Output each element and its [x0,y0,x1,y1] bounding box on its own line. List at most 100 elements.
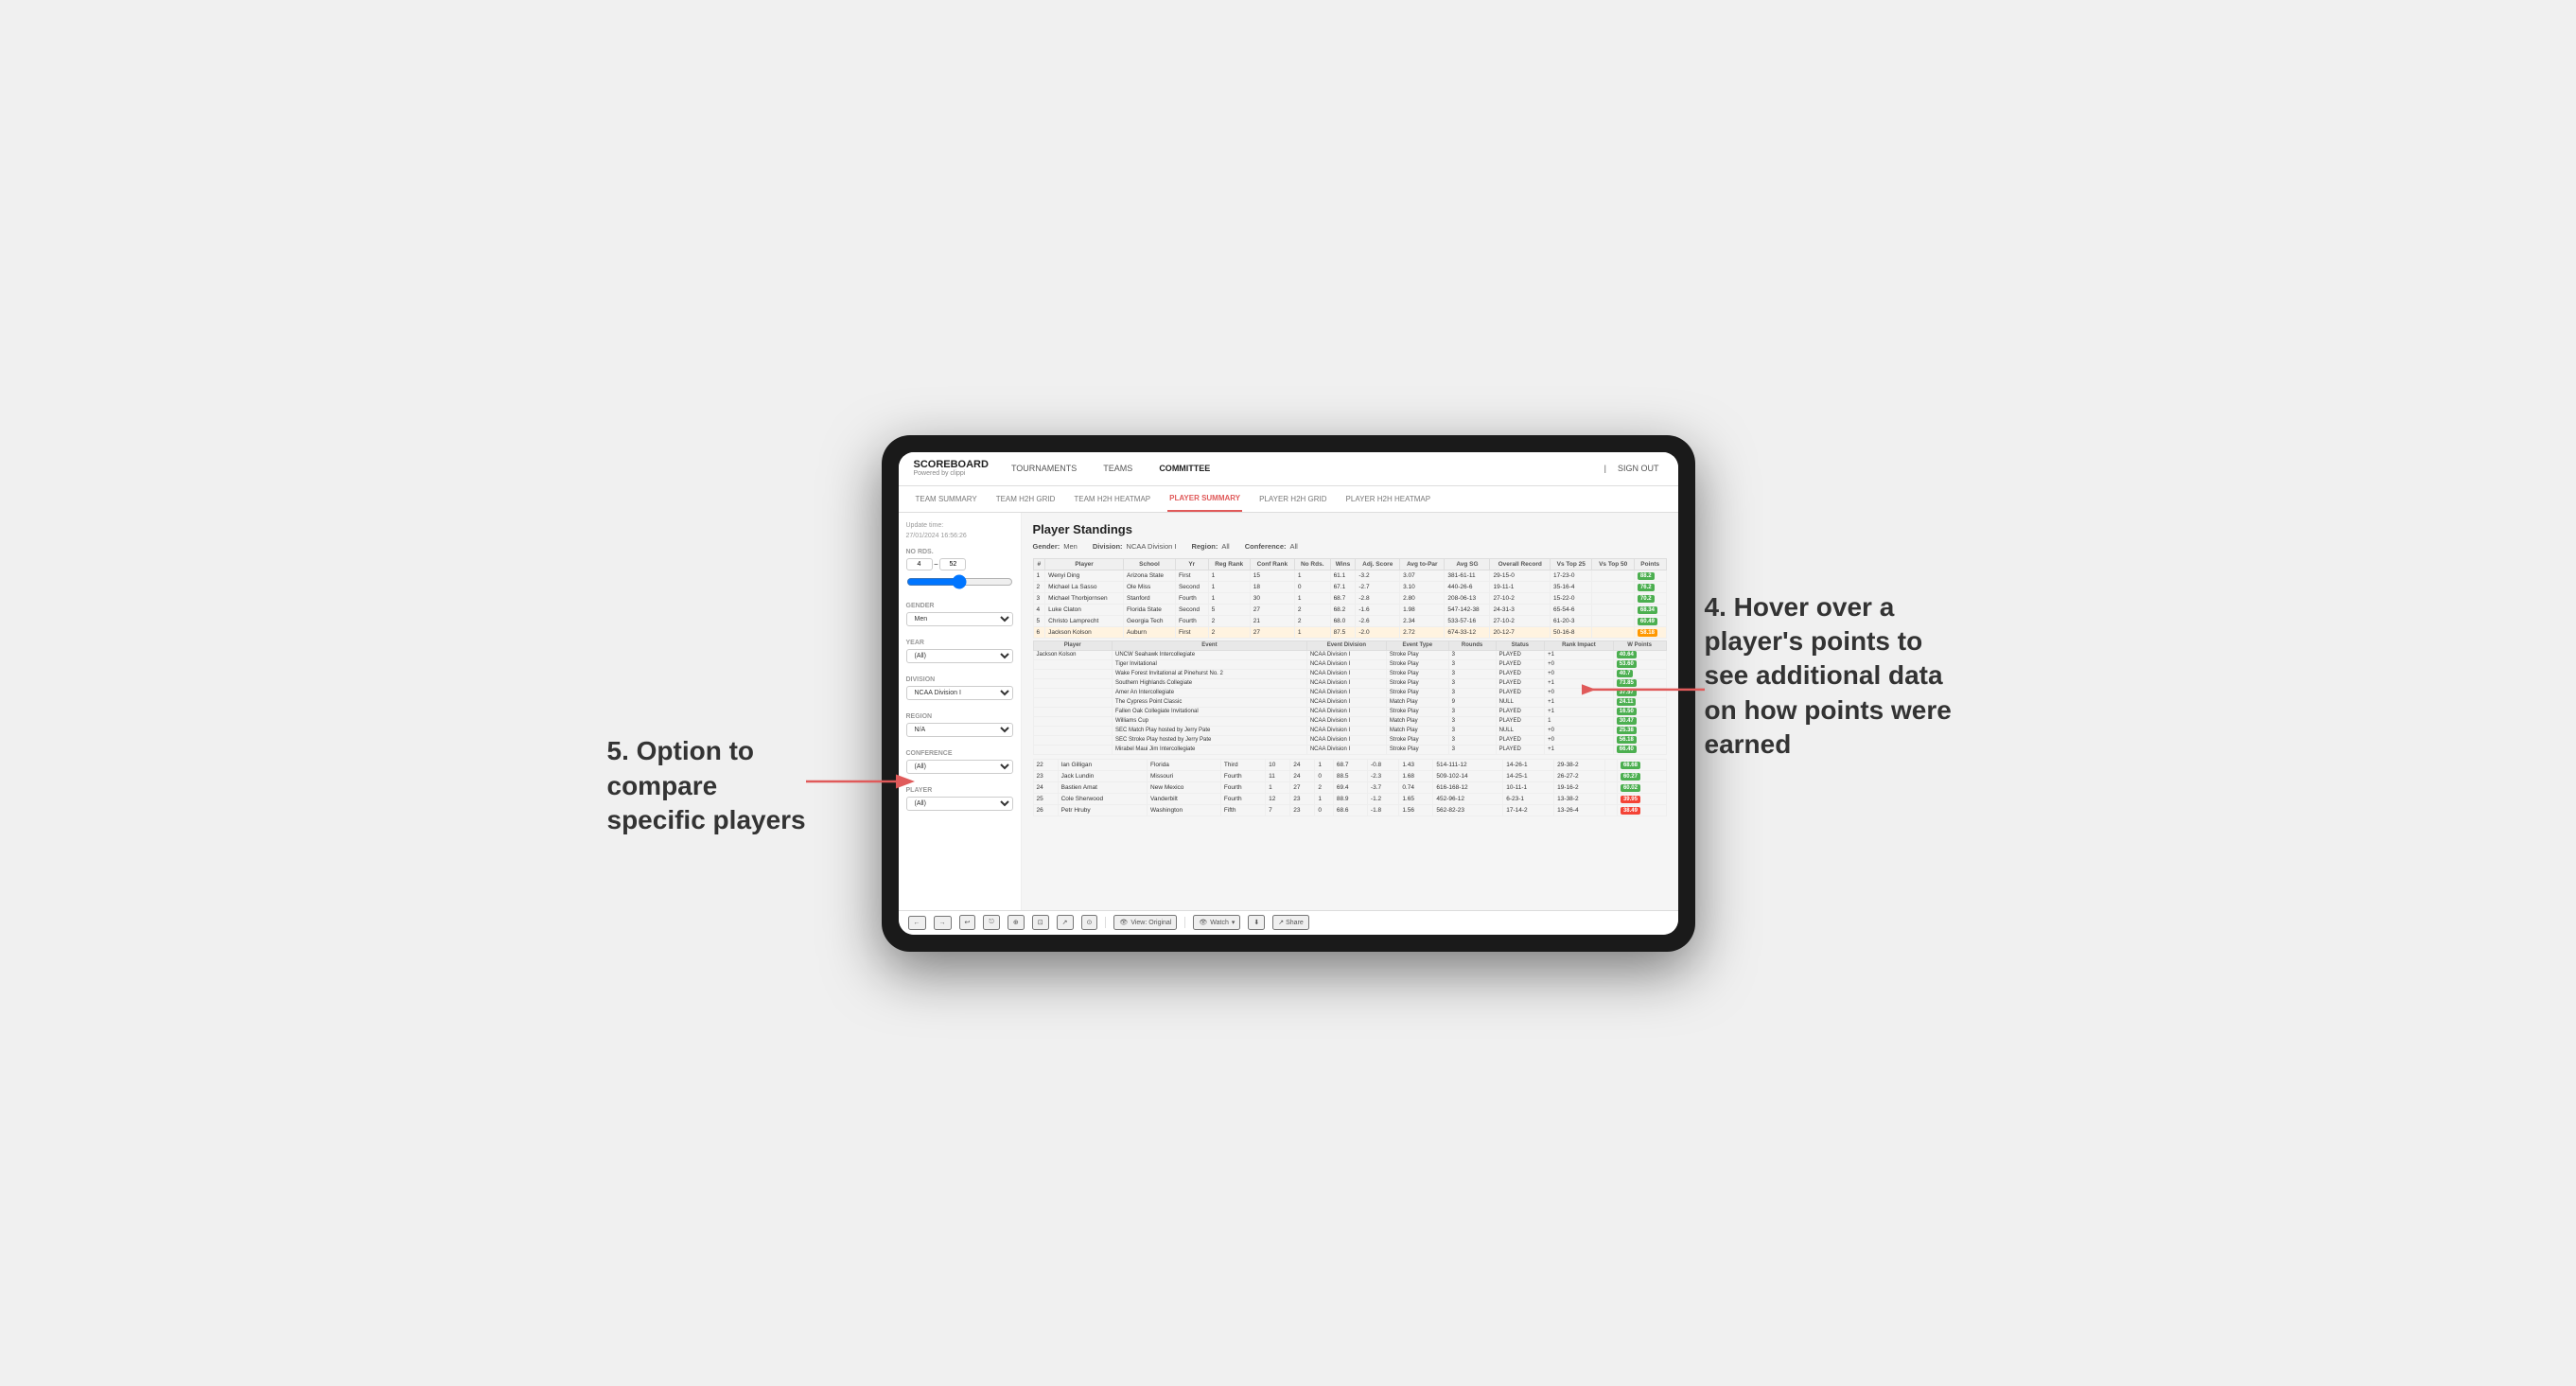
sub-nav-team-h2h-heatmap[interactable]: TEAM H2H HEATMAP [1072,486,1152,512]
cell-player: Christo Lamprecht [1045,615,1124,626]
sidebar-gender-select[interactable]: Men [906,612,1013,626]
detail-section: Player Event Event Division Event Type R… [1033,640,1667,755]
sidebar-region-select[interactable]: N/A [906,723,1013,737]
cell-reg-rank: 1 [1266,781,1290,793]
table-row[interactable]: 4 Luke Claton Florida State Second 5 27 … [1033,604,1666,615]
nav-teams[interactable]: TEAMS [1099,464,1136,473]
table-row[interactable]: 23 Jack Lundin Missouri Fourth 11 24 0 8… [1033,770,1666,781]
table-row[interactable]: 24 Bastien Amat New Mexico Fourth 1 27 2… [1033,781,1666,793]
cell-vs25: 15-22-0 [1551,592,1592,604]
cell-to-par: 1.65 [1399,793,1433,804]
cell-points[interactable]: 60.27 [1617,770,1666,781]
nav-tournaments[interactable]: TOURNAMENTS [1008,464,1080,473]
detail-rank-impact: +1 [1545,745,1614,754]
detail-col-rank-impact: Rank Impact [1545,640,1614,650]
cell-avg-sg: 674-33-12 [1445,626,1490,638]
filters-row: Gender: Men Division: NCAA Division I Re… [1033,542,1667,551]
toolbar-esc-btn[interactable]: ⎋ [983,915,1000,930]
detail-row: Mirabel Maui Jim Intercollegiate NCAA Di… [1033,745,1666,754]
detail-status: NULL [1496,726,1545,735]
top-nav: SCOREBOARD Powered by clippi TOURNAMENTS… [899,452,1678,486]
detail-event-div: NCAA Division I [1306,669,1386,678]
cell-school: Ole Miss [1124,581,1176,592]
toolbar-view-btn[interactable]: 👁 View: Original [1113,915,1177,930]
cell-points[interactable]: 76.2 [1634,581,1666,592]
cell-points[interactable]: 68.34 [1634,604,1666,615]
cell-conf-rank: 24 [1290,770,1315,781]
points-badge-hovered: 58.18 [1638,629,1657,637]
annotation-left: 5. Option to compare specific players [607,734,815,837]
toolbar-link-btn[interactable]: ↗ [1057,915,1074,930]
detail-rounds: 3 [1448,659,1496,669]
cell-points[interactable]: 39.95 [1617,793,1666,804]
cell-points[interactable]: 70.2 [1634,592,1666,604]
points-badge: 76.2 [1638,584,1655,591]
table-row[interactable]: 3 Michael Thorbjornsen Stanford Fourth 1… [1033,592,1666,604]
cell-vs25: 13-38-2 [1554,793,1605,804]
toolbar-download-btn[interactable]: ⬇ [1248,915,1265,930]
cell-points[interactable]: 60.02 [1617,781,1666,793]
cell-points[interactable]: 88.2 [1634,570,1666,581]
sub-nav-team-h2h-grid[interactable]: TEAM H2H GRID [994,486,1058,512]
col-rank: # [1033,558,1045,570]
detail-row: Wake Forest Invitational at Pinehurst No… [1033,669,1666,678]
annotation-left-text: 5. Option to compare specific players [607,736,806,834]
detail-event-type: Stroke Play [1386,688,1448,697]
sidebar-year-select[interactable]: (All) [906,649,1013,663]
col-no-rds: No Rds. [1294,558,1330,570]
cell-points[interactable]: 38.49 [1617,804,1666,816]
cell-points[interactable]: 58.18 [1634,626,1666,638]
cell-rank: 3 [1033,592,1045,604]
toolbar-zoom-in-btn[interactable]: ⊕ [1008,915,1025,930]
toolbar-grid-btn[interactable]: ⊡ [1032,915,1049,930]
points-badge: 38.49 [1621,807,1640,815]
cell-no-rds: 0 [1294,581,1330,592]
cell-to-par: 3.07 [1400,570,1445,581]
rds-from-input[interactable] [906,558,933,570]
table-row[interactable]: 5 Christo Lamprecht Georgia Tech Fourth … [1033,615,1666,626]
table-row-hovered[interactable]: 6 Jackson Kolson Auburn First 2 27 1 87.… [1033,626,1666,638]
sidebar-update-time-section: Update time: 27/01/2024 16:56:26 [906,522,1013,539]
detail-header-row: Player Event Event Division Event Type R… [1033,640,1666,650]
cell-adj-score: -2.6 [1356,615,1400,626]
detail-player [1033,726,1113,735]
nav-committee[interactable]: COMMITTEE [1155,464,1214,473]
sub-nav-player-h2h-heatmap[interactable]: PLAYER H2H HEATMAP [1344,486,1433,512]
rds-to-input[interactable] [939,558,966,570]
cell-to-par: 1.56 [1399,804,1433,816]
detail-player [1033,735,1113,745]
sidebar-conference-select[interactable]: (All) [906,760,1013,774]
toolbar-share-btn[interactable]: ↗ Share [1272,915,1309,930]
cell-avg-sg: 381-61-11 [1445,570,1490,581]
toolbar-watch-btn[interactable]: 👁 Watch ▾ [1193,915,1240,930]
cell-points[interactable]: 68.68 [1617,759,1666,770]
toolbar-undo-btn[interactable]: ↩ [959,915,976,930]
toolbar-forward-btn[interactable]: → [934,916,952,930]
table-row[interactable]: 25 Cole Sherwood Vanderbilt Fourth 12 23… [1033,793,1666,804]
col-player: Player [1045,558,1124,570]
points-badge: 68.68 [1621,762,1640,769]
detail-status: PLAYED [1496,650,1545,659]
table-row[interactable]: 1 Wenyi Ding Arizona State First 1 15 1 … [1033,570,1666,581]
detail-table: Player Event Event Division Event Type R… [1033,640,1667,755]
table-row[interactable]: 22 Ian Gilligan Florida Third 10 24 1 68… [1033,759,1666,770]
sidebar-player-select[interactable]: (All) [906,797,1013,811]
sidebar-division-select[interactable]: NCAA Division I [906,686,1013,700]
table-row[interactable]: 2 Michael La Sasso Ole Miss Second 1 18 … [1033,581,1666,592]
cell-conf-rank: 23 [1290,793,1315,804]
sub-nav-team-summary[interactable]: TEAM SUMMARY [914,486,979,512]
nav-sign-out[interactable]: Sign out [1614,464,1663,473]
detail-event-div: NCAA Division I [1306,735,1386,745]
cell-conf-rank: 15 [1250,570,1294,581]
cell-reg-rank: 1 [1208,581,1250,592]
toolbar-timer-btn[interactable]: ⊙ [1081,915,1098,930]
rds-slider[interactable] [906,574,1013,589]
cell-player: Bastien Amat [1058,781,1147,793]
player-content: Player Standings Gender: Men Division: N… [1022,513,1678,910]
table-row[interactable]: 26 Petr Hruby Washington Fifth 7 23 0 68… [1033,804,1666,816]
cell-points[interactable]: 60.49 [1634,615,1666,626]
sub-nav-player-summary[interactable]: PLAYER SUMMARY [1167,486,1242,512]
sub-nav-player-h2h-grid[interactable]: PLAYER H2H GRID [1257,486,1328,512]
cell-overall: 27-10-2 [1490,615,1551,626]
toolbar-back-btn[interactable]: ← [908,916,926,930]
